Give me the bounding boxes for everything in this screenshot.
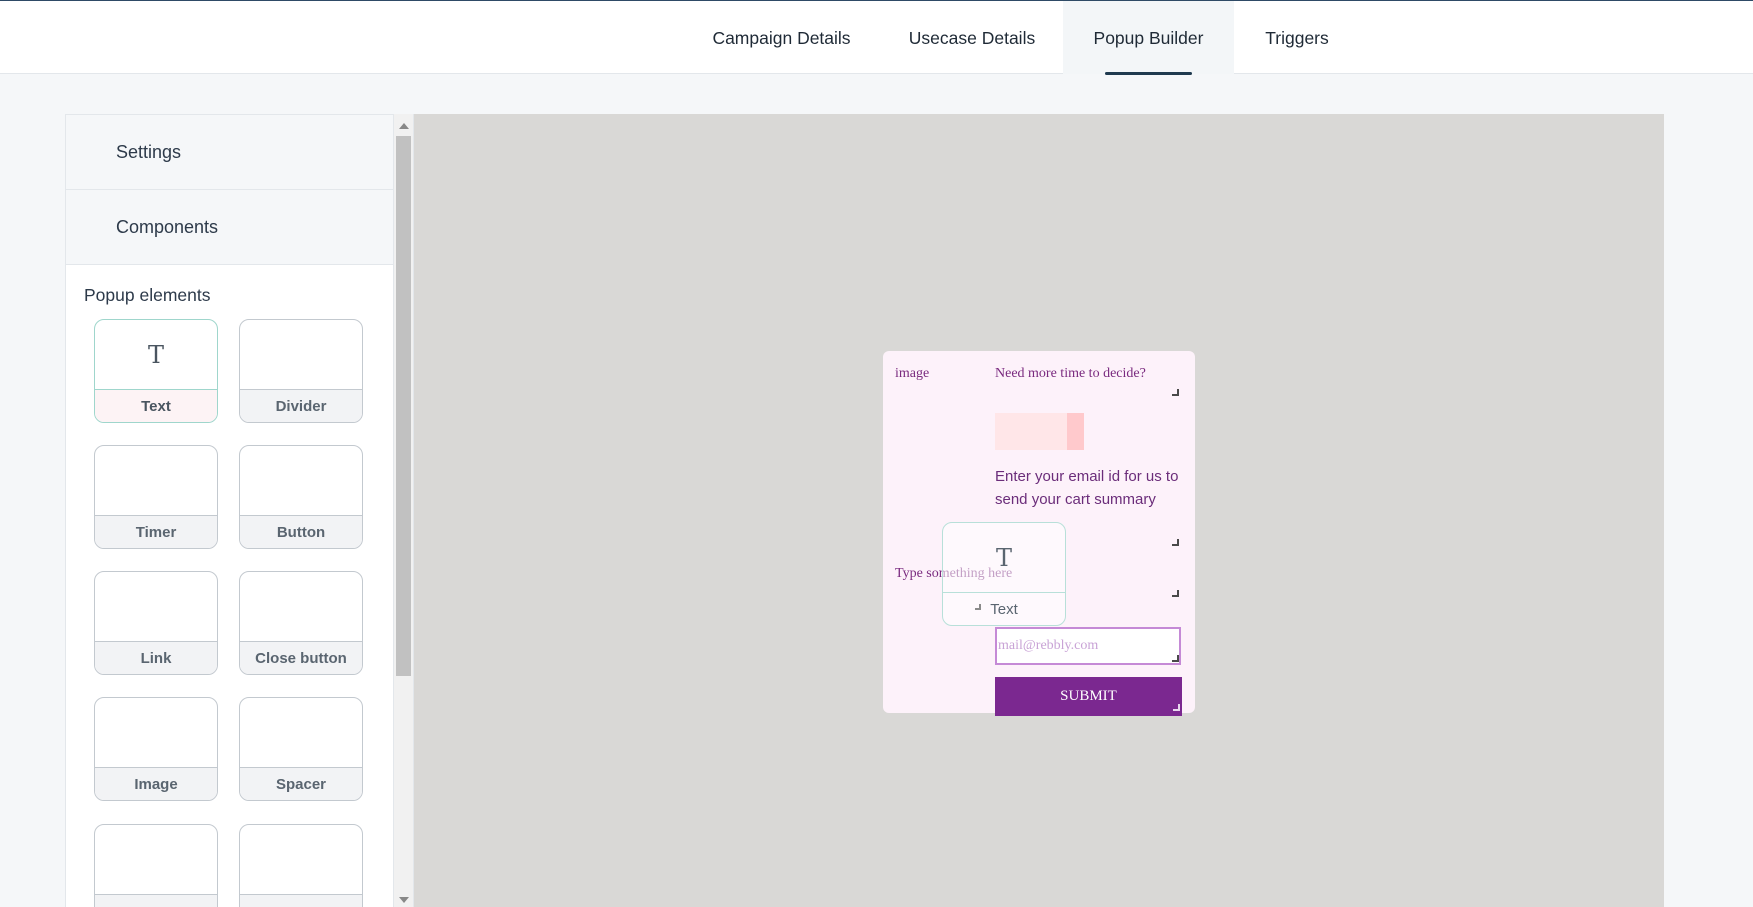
scroll-down-arrow-icon[interactable] [399, 897, 409, 903]
tab-usecase-details[interactable]: Usecase Details [884, 1, 1060, 74]
resize-handle-icon[interactable] [1172, 539, 1179, 546]
popup-submit-button[interactable]: SUBMIT [995, 677, 1182, 716]
element-label: Link [95, 642, 217, 674]
scrollbar-thumb[interactable] [396, 136, 411, 676]
element-label: Text [990, 601, 1018, 618]
email-placeholder: mail@rebbly.com [998, 638, 1099, 653]
element-text[interactable]: T Text [94, 319, 218, 423]
element-button[interactable]: Button [239, 445, 363, 549]
element-label [240, 895, 362, 907]
text-icon: T [95, 320, 217, 390]
element-label: Button [240, 516, 362, 548]
accordion-label: Components [116, 217, 219, 237]
active-tab-indicator [1105, 72, 1192, 75]
section-title-popup-elements: Popup elements [84, 285, 211, 305]
close-button-icon [240, 572, 362, 642]
tab-label: Campaign Details [712, 28, 851, 48]
element-icon [240, 825, 362, 895]
element-card[interactable] [94, 824, 218, 907]
text-icon: T [943, 523, 1065, 593]
dragging-text-element[interactable]: T Text [942, 522, 1066, 626]
resize-handle-icon[interactable] [1173, 704, 1180, 711]
top-navigation-bar: Campaign Details Usecase Details Popup B… [0, 0, 1753, 75]
accordion-settings[interactable]: Settings [66, 115, 413, 190]
timer-icon [95, 446, 217, 516]
builder-sidebar: Settings Components Popup elements T Tex… [65, 114, 414, 907]
element-label: Close button [240, 642, 362, 674]
popup-image-placeholder[interactable]: image [895, 366, 929, 382]
resize-handle-icon[interactable] [1172, 590, 1179, 597]
element-label: Text [95, 390, 217, 422]
drop-target-highlight [995, 413, 1067, 450]
drop-target-highlight [1067, 413, 1084, 450]
popup-heading[interactable]: Need more time to decide? [995, 366, 1146, 382]
popup-body-text[interactable]: Enter your email id for us to send your … [995, 465, 1185, 511]
builder-canvas[interactable]: image Need more time to decide? Enter yo… [414, 114, 1664, 907]
tab-bar: Campaign Details Usecase Details Popup B… [0, 1, 1753, 75]
element-close-button[interactable]: Close button [239, 571, 363, 675]
accordion-label: Settings [116, 142, 182, 162]
element-timer[interactable]: Timer [94, 445, 218, 549]
tab-label: Triggers [1265, 28, 1329, 48]
resize-handle-icon[interactable] [1172, 389, 1179, 396]
element-card[interactable] [239, 824, 363, 907]
tab-label: Usecase Details [908, 28, 1036, 48]
popup-preview[interactable]: image Need more time to decide? Enter yo… [883, 351, 1195, 716]
sidebar-scrollbar[interactable] [393, 114, 413, 907]
accordion-components[interactable]: Components [66, 190, 413, 265]
spacer-icon [240, 698, 362, 768]
button-icon [240, 446, 362, 516]
element-label: Timer [95, 516, 217, 548]
element-spacer[interactable]: Spacer [239, 697, 363, 801]
resize-handle-icon[interactable] [975, 604, 981, 610]
element-label: Spacer [240, 768, 362, 800]
tab-label: Popup Builder [1093, 28, 1204, 48]
tab-campaign-details[interactable]: Campaign Details [693, 1, 870, 74]
scroll-up-arrow-icon[interactable] [399, 123, 409, 129]
tab-popup-builder[interactable]: Popup Builder [1063, 1, 1234, 75]
popup-email-input[interactable]: mail@rebbly.com [995, 627, 1181, 665]
resize-handle-icon[interactable] [1172, 655, 1179, 662]
link-icon [95, 572, 217, 642]
tab-triggers[interactable]: Triggers [1248, 1, 1346, 74]
element-icon [95, 825, 217, 895]
divider-icon [240, 320, 362, 390]
element-image[interactable]: Image [94, 697, 218, 801]
image-icon [95, 698, 217, 768]
element-divider[interactable]: Divider [239, 319, 363, 423]
element-link[interactable]: Link [94, 571, 218, 675]
element-label: Image [95, 768, 217, 800]
element-label [95, 895, 217, 907]
element-label: Divider [240, 390, 362, 422]
